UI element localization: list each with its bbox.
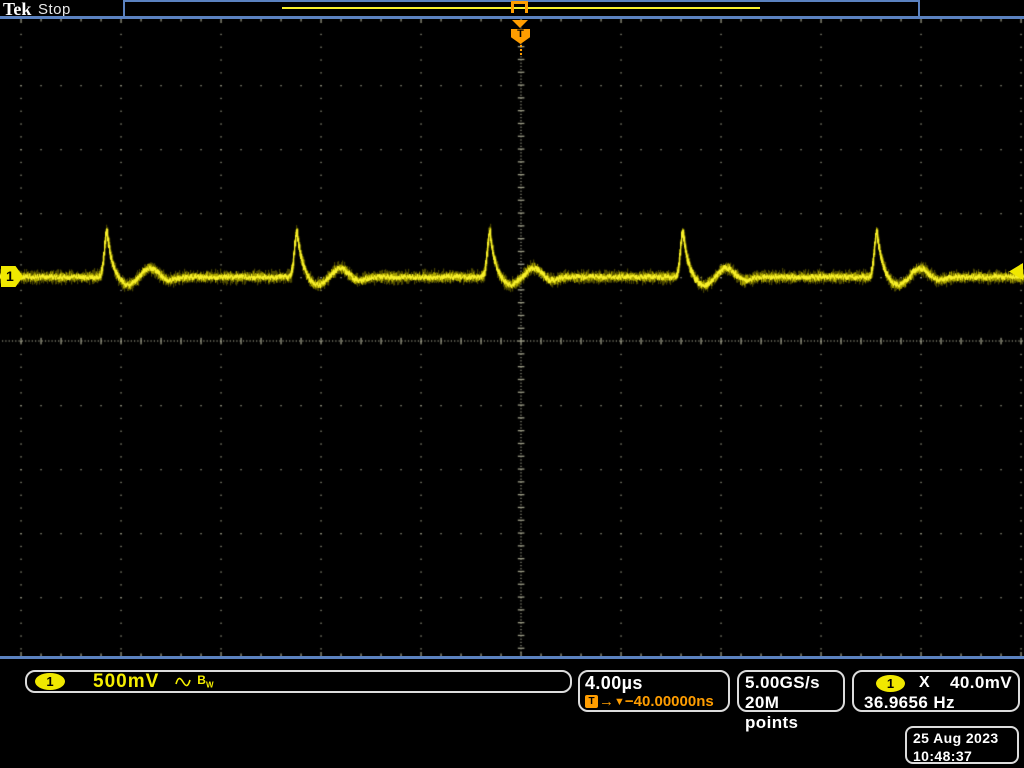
horizontal-scale: 4.00µs bbox=[585, 673, 643, 693]
bandwidth-limit-icon: BW bbox=[197, 673, 214, 690]
triangle-down-icon: ▼ bbox=[614, 695, 625, 708]
ac-coupling-icon bbox=[175, 677, 192, 686]
channel1-readout[interactable]: 1 500mV BW bbox=[25, 670, 572, 693]
trigger-position-value: −40.00000ns bbox=[624, 693, 714, 710]
arrow-right-icon: → bbox=[599, 693, 614, 710]
record-view-left-edge bbox=[123, 0, 125, 16]
graticule-bottom-border bbox=[0, 656, 1024, 659]
acquisition-readout[interactable]: 5.00GS/s 20M points bbox=[737, 670, 845, 732]
channel1-badge: 1 bbox=[35, 673, 65, 690]
trigger-slope-icon: X bbox=[918, 674, 931, 691]
horizontal-readout[interactable]: 4.00µs T → ▼ −40.00000ns bbox=[578, 670, 730, 712]
expansion-point-icon bbox=[511, 1, 528, 13]
record-view-right-edge bbox=[918, 0, 920, 16]
trigger-t-badge: T bbox=[585, 695, 598, 708]
time-label: 10:48:37 bbox=[913, 748, 973, 764]
trigger-readout[interactable]: 1 X 40.0mV 36.9656 Hz bbox=[852, 670, 1020, 712]
channel1-scale: 500mV bbox=[93, 670, 160, 692]
datetime-box: 25 Aug 2023 10:48:37 bbox=[905, 726, 1019, 764]
record-length: 20M points bbox=[745, 693, 799, 732]
trigger-source-badge: 1 bbox=[876, 674, 905, 692]
trigger-level: 40.0mV bbox=[950, 673, 1012, 692]
trigger-position-readout: T → ▼ −40.00000ns bbox=[585, 693, 723, 710]
trigger-frequency: 36.9656 Hz bbox=[864, 693, 955, 712]
graticule-canvas bbox=[0, 19, 1024, 656]
trigger-position-arrow-icon[interactable] bbox=[512, 20, 528, 28]
sample-rate: 5.00GS/s bbox=[745, 673, 821, 692]
oscilloscope-screen: Tek Stop T 1 1 500mV BW 4.00µs T → ▼ −40… bbox=[0, 0, 1024, 768]
date-label: 25 Aug 2023 bbox=[913, 730, 999, 746]
trigger-position-line bbox=[520, 45, 522, 57]
